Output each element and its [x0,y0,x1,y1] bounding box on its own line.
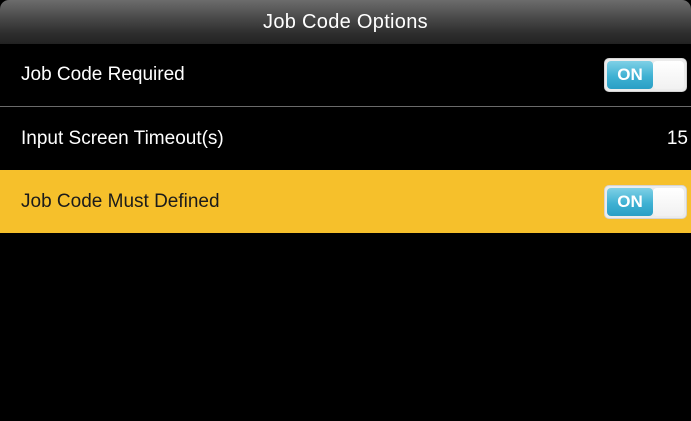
page-title: Job Code Options [0,0,691,44]
setting-row-input-screen-timeout[interactable]: Input Screen Timeout(s) 15 [0,107,691,170]
job-code-must-defined-toggle[interactable]: ON [604,184,687,219]
setting-label: Job Code Must Defined [21,190,220,212]
toggle-knob [653,61,684,89]
setting-label: Input Screen Timeout(s) [21,127,224,149]
setting-row-job-code-required[interactable]: Job Code Required ON [0,44,691,107]
toggle-state-label: ON [607,61,653,89]
setting-row-job-code-must-defined[interactable]: Job Code Must Defined ON [0,170,691,233]
options-list: Job Code Required ON Input Screen Timeou… [0,44,691,233]
toggle-knob [653,187,684,216]
setting-label: Job Code Required [21,64,185,85]
job-code-required-toggle[interactable]: ON [604,58,687,92]
toggle-state-label: ON [607,187,653,216]
timeout-value: 15 [666,127,688,149]
device-screen: Job Code Options Job Code Required ON In… [0,0,691,421]
